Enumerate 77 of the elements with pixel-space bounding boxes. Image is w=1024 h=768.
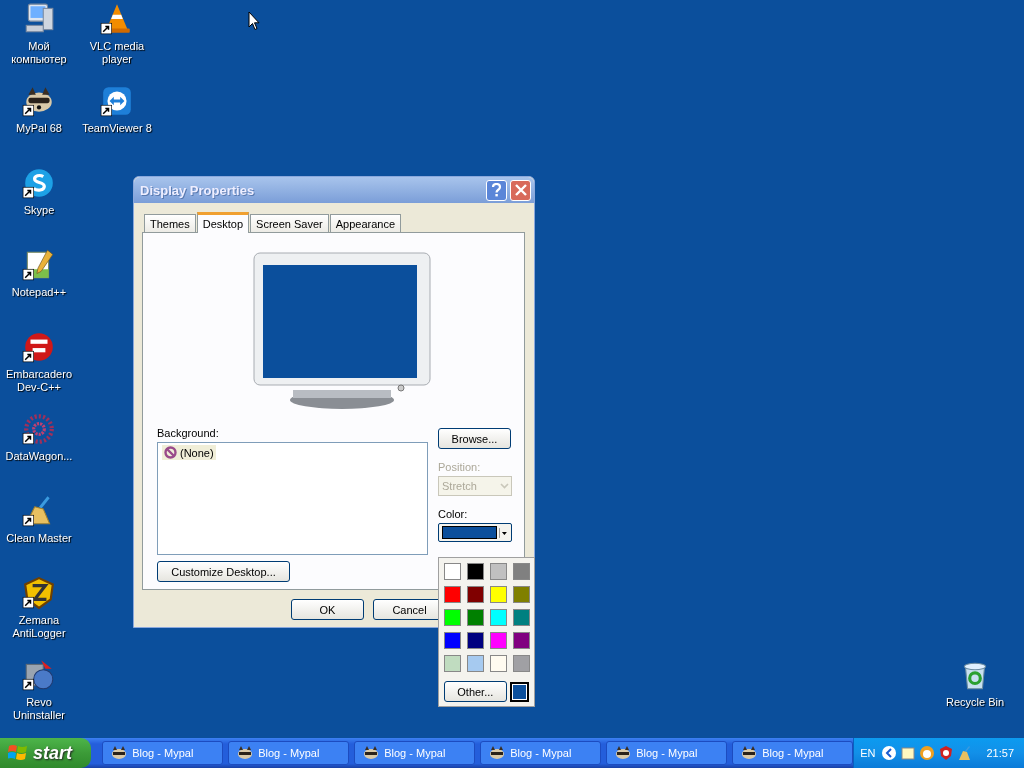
color-swatch[interactable] bbox=[467, 632, 484, 649]
close-button[interactable] bbox=[510, 179, 531, 201]
color-swatch[interactable] bbox=[513, 563, 530, 580]
color-swatch[interactable] bbox=[444, 563, 461, 580]
icon-label[interactable]: Clean Master bbox=[6, 532, 72, 545]
taskbar-button[interactable]: Blog - Mypal bbox=[606, 741, 728, 765]
list-item[interactable]: (None) bbox=[162, 445, 216, 460]
background-label: Background: bbox=[157, 427, 220, 439]
arrows-icon[interactable] bbox=[100, 84, 134, 118]
icon-label[interactable]: VLC media player bbox=[79, 40, 155, 66]
color-swatch[interactable] bbox=[513, 632, 530, 649]
custom-color-swatch[interactable] bbox=[509, 681, 529, 702]
chevron-icon bbox=[500, 483, 509, 489]
close-icon bbox=[514, 184, 527, 196]
color-swatch[interactable] bbox=[490, 586, 507, 603]
color-swatch[interactable] bbox=[444, 586, 461, 603]
color-swatch[interactable] bbox=[467, 563, 484, 580]
uninstaller-icon[interactable] bbox=[22, 658, 56, 692]
tab[interactable]: Screen Saver bbox=[250, 214, 329, 232]
raccoon-icon bbox=[111, 746, 128, 760]
color-swatch[interactable] bbox=[444, 609, 461, 626]
shield-icon[interactable] bbox=[22, 576, 56, 610]
taskbar-button[interactable]: Blog - Mypal bbox=[480, 741, 602, 765]
notepad-icon[interactable] bbox=[22, 248, 56, 282]
icon-label[interactable]: DataWagon... bbox=[5, 450, 73, 463]
chat-logo-icon[interactable] bbox=[22, 166, 56, 200]
help-button[interactable] bbox=[486, 179, 507, 201]
tab[interactable]: Desktop bbox=[196, 212, 250, 233]
color-swatch[interactable] bbox=[513, 655, 530, 672]
caret-icon bbox=[499, 527, 508, 538]
color-swatch[interactable] bbox=[513, 586, 530, 603]
tab[interactable]: Themes bbox=[144, 214, 196, 232]
cursor-icon bbox=[248, 11, 260, 31]
tab[interactable]: Appearance bbox=[329, 214, 402, 232]
taskbar-button[interactable]: Blog - Mypal bbox=[354, 741, 476, 765]
icon-label[interactable]: Revo Uninstaller bbox=[1, 696, 77, 722]
color-swatch[interactable] bbox=[444, 655, 461, 672]
taskbar-button[interactable]: Blog - Mypal bbox=[102, 741, 224, 765]
color-swatch[interactable] bbox=[490, 563, 507, 580]
other-color-button[interactable]: Other... bbox=[444, 681, 507, 702]
position-label: Position: bbox=[438, 461, 482, 473]
icon-label[interactable]: MyPal 68 bbox=[16, 122, 62, 135]
dev-logo-icon[interactable] bbox=[22, 330, 56, 364]
icon-label[interactable]: Notepad++ bbox=[11, 286, 67, 299]
dialog-button[interactable]: OK bbox=[291, 599, 364, 620]
color-swatch[interactable] bbox=[467, 609, 484, 626]
icon-label[interactable]: Zemana AntiLogger bbox=[1, 614, 77, 640]
raccoon-icon bbox=[363, 746, 380, 760]
question-mark-icon bbox=[491, 183, 502, 197]
color-swatch[interactable] bbox=[467, 586, 484, 603]
raccoon-icon bbox=[741, 746, 758, 760]
browse-button[interactable]: Browse... bbox=[438, 428, 511, 449]
taskbar-button[interactable]: Blog - Mypal bbox=[228, 741, 350, 765]
icon-label[interactable]: Мой компьютер bbox=[1, 40, 77, 66]
taskbar-button[interactable]: Blog - Mypal bbox=[732, 741, 854, 765]
color-picker-button[interactable] bbox=[438, 523, 512, 542]
window-title: Display Properties bbox=[140, 182, 256, 198]
icon-label[interactable]: Skype bbox=[23, 204, 55, 217]
raccoon-icon bbox=[237, 746, 254, 760]
color-swatch[interactable] bbox=[490, 632, 507, 649]
shield-icon[interactable] bbox=[938, 745, 955, 761]
color-swatch[interactable] bbox=[513, 609, 530, 626]
icon-label[interactable]: Embarcadero Dev-C++ bbox=[1, 368, 77, 394]
color-swatch[interactable] bbox=[444, 632, 461, 649]
icon-label[interactable]: Recycle Bin bbox=[945, 696, 1005, 709]
raccoon-icon bbox=[615, 746, 632, 760]
no-entry-icon bbox=[164, 446, 177, 459]
color-label: Color: bbox=[438, 508, 469, 520]
start-button[interactable]: start bbox=[0, 738, 92, 768]
color-swatch[interactable] bbox=[490, 655, 507, 672]
raccoon-icon bbox=[489, 746, 506, 760]
customize-desktop-button[interactable]: Customize Desktop... bbox=[157, 561, 290, 582]
color-swatch[interactable] bbox=[490, 609, 507, 626]
windows-flag-icon bbox=[8, 744, 28, 762]
color-swatch[interactable] bbox=[467, 655, 484, 672]
icon-label[interactable]: TeamViewer 8 bbox=[82, 122, 152, 135]
clock: 21:57 bbox=[986, 747, 1014, 759]
